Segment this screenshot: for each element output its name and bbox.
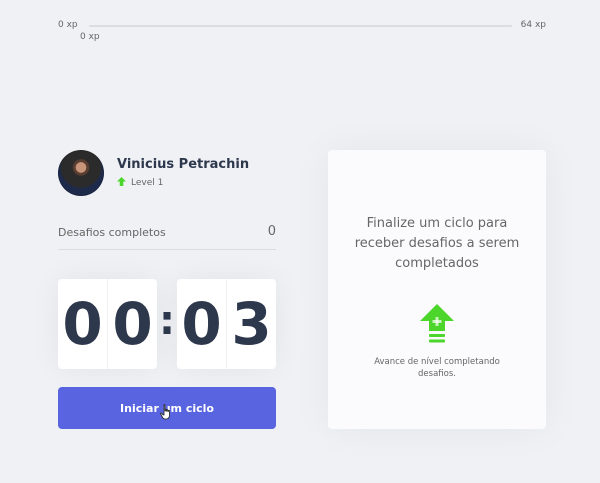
- profile: Vinicius Petrachin Level 1: [58, 150, 249, 196]
- avatar: [58, 150, 104, 196]
- countdown-seconds: 0 3: [177, 279, 276, 369]
- completed-challenges-count: 0: [267, 224, 276, 239]
- xp-max-label: 64 xp: [520, 20, 546, 30]
- experience-bar: 0 xp 0 xp 64 xp: [58, 18, 548, 48]
- hand-pointer-icon: [160, 404, 172, 424]
- completed-challenges-label: Desafios completos: [58, 226, 166, 239]
- profile-level: Level 1: [117, 177, 249, 189]
- countdown-colon: :: [159, 298, 175, 344]
- level-up-arrow-icon: [117, 177, 126, 189]
- challenge-card: Finalize um ciclo para receber desafios …: [328, 150, 546, 429]
- countdown-minute-digit: 0: [62, 290, 103, 358]
- level-up-icon: [420, 304, 454, 350]
- xp-track: [89, 25, 512, 27]
- countdown-second-digit: 0: [181, 290, 222, 358]
- xp-current-label: 0 xp: [80, 32, 100, 42]
- profile-name: Vinicius Petrachin: [117, 157, 250, 172]
- xp-min-label: 0 xp: [58, 20, 78, 30]
- challenge-card-hint: Avance de nível completando desafios.: [374, 357, 500, 379]
- countdown-minutes: 0 0: [58, 279, 157, 369]
- countdown: 0 0 : 0 3: [58, 279, 276, 369]
- profile-info: Vinicius Petrachin Level 1: [117, 157, 249, 189]
- countdown-second-digit: 3: [226, 279, 276, 369]
- profile-level-label: Level 1: [131, 178, 164, 188]
- countdown-minute-digit: 0: [107, 279, 157, 369]
- completed-challenges: Desafios completos 0: [58, 224, 276, 250]
- challenge-card-title: Finalize um ciclo para receber desafios …: [354, 216, 520, 271]
